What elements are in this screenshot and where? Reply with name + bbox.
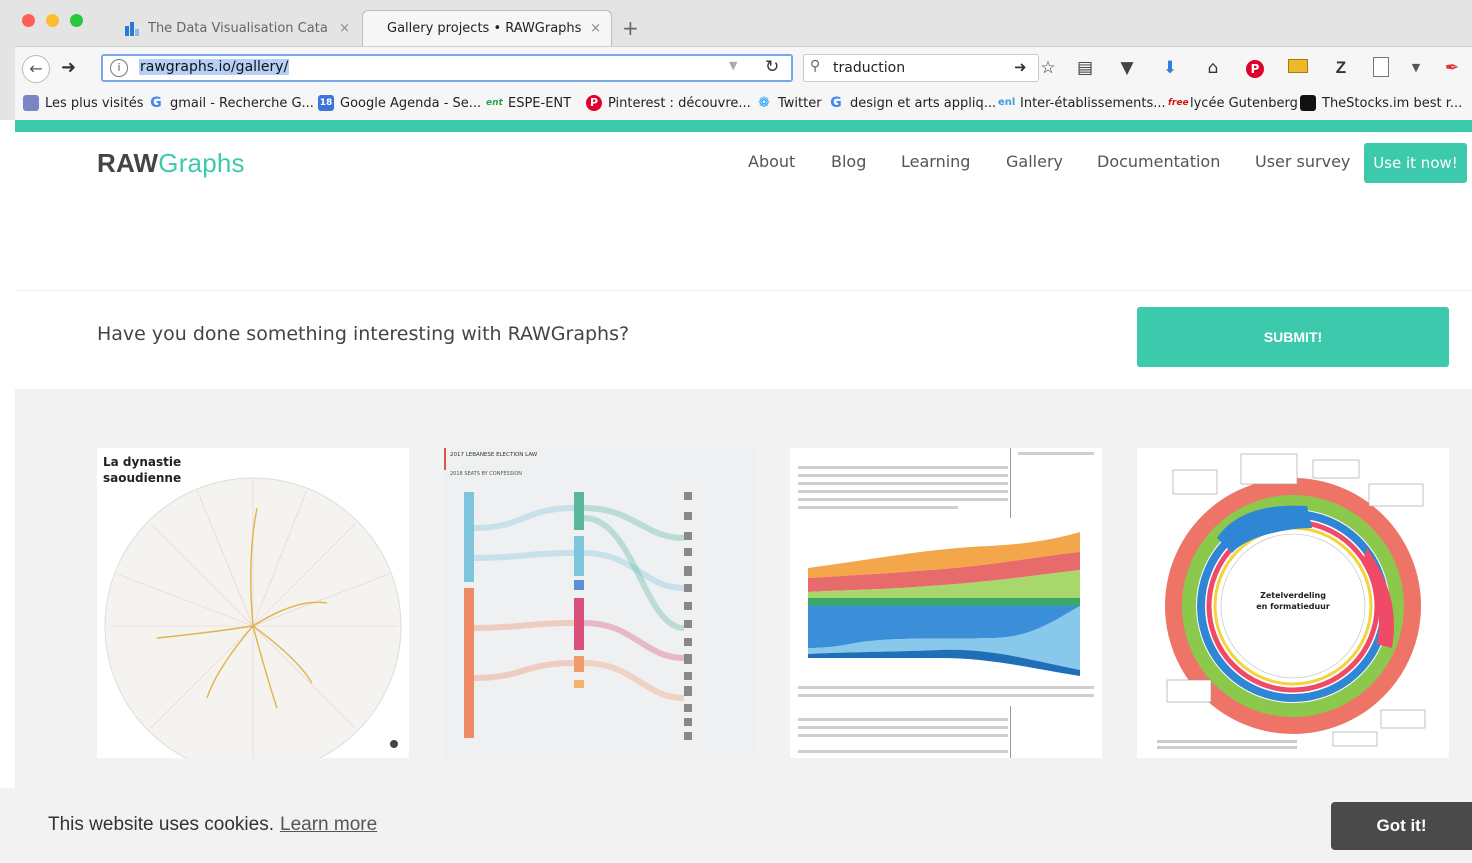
nav-learning[interactable]: Learning bbox=[901, 152, 970, 171]
eyedropper-icon[interactable]: ✒ bbox=[1441, 57, 1463, 79]
url-text[interactable]: rawgraphs.io/gallery/ bbox=[139, 59, 290, 75]
ent-icon: enl bbox=[998, 97, 1016, 108]
pinterest-toolbar-icon[interactable]: P bbox=[1244, 57, 1266, 79]
search-box[interactable]: ⚲ traduction ➜ bbox=[803, 54, 1039, 82]
twitter-icon: ❁ bbox=[758, 95, 770, 111]
nav-gallery[interactable]: Gallery bbox=[1006, 152, 1063, 171]
gallery-card-saudi-dynasty[interactable]: La dynastie saoudienne bbox=[97, 448, 409, 758]
bookmark-inter-etablissements[interactable]: enl Inter-établissements... bbox=[998, 95, 1166, 111]
bookmark-twitter[interactable]: ❁ Twitter bbox=[756, 95, 821, 111]
download-icon[interactable]: ⬇ bbox=[1159, 57, 1181, 79]
cookie-message: This website uses cookies. Learn more bbox=[48, 814, 378, 835]
url-dropdown-icon[interactable]: ▼ bbox=[729, 59, 737, 72]
ent-icon: ent bbox=[486, 98, 503, 108]
nav-about[interactable]: About bbox=[748, 152, 795, 171]
streamgraph-thumbnail bbox=[798, 448, 1094, 758]
card-title-line-2: saoudienne bbox=[103, 471, 181, 485]
pocket-icon[interactable]: ▼ bbox=[1116, 57, 1138, 79]
free-icon: free bbox=[1168, 98, 1189, 108]
close-tab-icon[interactable]: × bbox=[590, 21, 601, 36]
submit-button[interactable]: SUBMIT! bbox=[1137, 307, 1449, 367]
search-icon: ⚲ bbox=[810, 58, 821, 74]
close-tab-icon[interactable]: × bbox=[339, 21, 350, 36]
bookmark-google-agenda[interactable]: 18 Google Agenda - Se... bbox=[318, 95, 481, 111]
calendar-icon: 18 bbox=[318, 95, 334, 111]
accent-bar bbox=[15, 120, 1472, 132]
nav-user-survey[interactable]: User survey bbox=[1255, 152, 1350, 171]
google-icon: G bbox=[150, 95, 162, 111]
card-title-line-2: en formatieduur bbox=[1256, 602, 1330, 611]
gallery-card-zetelverdeling[interactable]: Zetelverdeling en formatieduur bbox=[1137, 448, 1449, 758]
tab-gallery-projects[interactable]: Gallery projects • RAWGraphs × bbox=[362, 10, 612, 46]
tab-title: Gallery projects • RAWGraphs bbox=[387, 21, 582, 36]
bookmark-pinterest[interactable]: P Pinterest : découvre... bbox=[586, 95, 751, 111]
minimize-window-button[interactable] bbox=[46, 14, 59, 27]
nav-blog[interactable]: Blog bbox=[831, 152, 866, 171]
gallery-card-streamgraph[interactable] bbox=[790, 448, 1102, 758]
bookmark-les-plus-visites[interactable]: Les plus visités bbox=[23, 95, 143, 111]
search-input[interactable]: traduction bbox=[833, 60, 905, 76]
bookmarks-bar: Les plus visités Ggmail - Recherche G...… bbox=[15, 90, 1472, 121]
browser-chrome: The Data Visualisation Catalog × Gallery… bbox=[0, 0, 1472, 121]
pinterest-icon: P bbox=[586, 95, 602, 111]
menu-chevron-down-icon[interactable]: ▼ bbox=[1405, 57, 1427, 79]
site-header: RAWGraphs About Blog Learning Gallery Do… bbox=[15, 132, 1472, 291]
card-title-line-1: La dynastie bbox=[103, 455, 181, 469]
submit-banner: Have you done something interesting with… bbox=[15, 291, 1472, 389]
thestocks-icon bbox=[1300, 95, 1316, 111]
reading-list-icon[interactable]: ▤ bbox=[1074, 57, 1096, 79]
bookmark-lycee-gutenberg[interactable]: free lycée Gutenberg bbox=[1168, 95, 1298, 111]
new-tab-button[interactable]: + bbox=[622, 16, 639, 40]
got-it-button[interactable]: Got it! bbox=[1331, 802, 1472, 850]
rawgraphs-logo[interactable]: RAWGraphs bbox=[97, 148, 245, 179]
bookmark-gmail[interactable]: Ggmail - Recherche G... bbox=[148, 95, 314, 111]
forward-arrow-icon[interactable]: ➜ bbox=[61, 57, 76, 78]
navigation-toolbar: ← ➜ i rawgraphs.io/gallery/ ▼ ↻ ⚲ traduc… bbox=[15, 46, 1472, 91]
tab-title: The Data Visualisation Catalog bbox=[148, 20, 328, 36]
cookie-banner: This website uses cookies. Learn more Got… bbox=[0, 788, 1472, 863]
reload-icon[interactable]: ↻ bbox=[765, 57, 779, 77]
bookmark-espe-ent[interactable]: ent ESPE-ENT bbox=[486, 95, 571, 111]
home-icon[interactable]: ⌂ bbox=[1202, 57, 1224, 79]
banner-text: Have you done something interesting with… bbox=[97, 323, 630, 345]
back-arrow-icon[interactable]: ← bbox=[22, 55, 50, 83]
close-window-button[interactable] bbox=[22, 14, 35, 27]
star-icon[interactable]: ☆ bbox=[1037, 57, 1059, 79]
zoom-window-button[interactable] bbox=[70, 14, 83, 27]
url-bar[interactable]: i rawgraphs.io/gallery/ ▼ ↻ bbox=[101, 54, 793, 82]
use-it-now-button[interactable]: Use it now! bbox=[1364, 143, 1467, 183]
bar-chart-icon bbox=[124, 20, 140, 36]
radial-dendrogram-thumbnail: La dynastie saoudienne bbox=[103, 455, 402, 758]
screenshot-tool-icon[interactable] bbox=[1287, 57, 1309, 79]
bookmark-thestocks[interactable]: TheStocks.im best r... bbox=[1300, 95, 1462, 111]
bookmark-design-arts[interactable]: Gdesign et arts appliq... bbox=[828, 95, 996, 111]
alluvial-thumbnail: 2017 LEBANESE ELECTION LAW 2018 SEATS BY… bbox=[444, 448, 692, 740]
circular-streamgraph-thumbnail: Zetelverdeling en formatieduur bbox=[1157, 453, 1426, 749]
card-subtitle: 2018 SEATS BY CONFESSION bbox=[450, 471, 522, 477]
card-title: 2017 LEBANESE ELECTION LAW bbox=[450, 452, 538, 458]
nav-documentation[interactable]: Documentation bbox=[1097, 152, 1220, 171]
zotero-icon[interactable]: Z bbox=[1330, 57, 1352, 79]
search-go-icon[interactable]: ➜ bbox=[1014, 58, 1027, 76]
info-icon[interactable]: i bbox=[110, 59, 128, 77]
google-icon: G bbox=[830, 95, 842, 111]
page-icon[interactable] bbox=[1370, 57, 1392, 79]
tab-data-visualisation-catalog[interactable]: The Data Visualisation Catalog × bbox=[112, 10, 360, 46]
gallery-card-lebanese-election[interactable]: 2017 LEBANESE ELECTION LAW 2018 SEATS BY… bbox=[444, 448, 756, 758]
card-title-line-1: Zetelverdeling bbox=[1260, 591, 1326, 600]
learn-more-link[interactable]: Learn more bbox=[280, 814, 377, 835]
folder-icon bbox=[23, 95, 39, 111]
